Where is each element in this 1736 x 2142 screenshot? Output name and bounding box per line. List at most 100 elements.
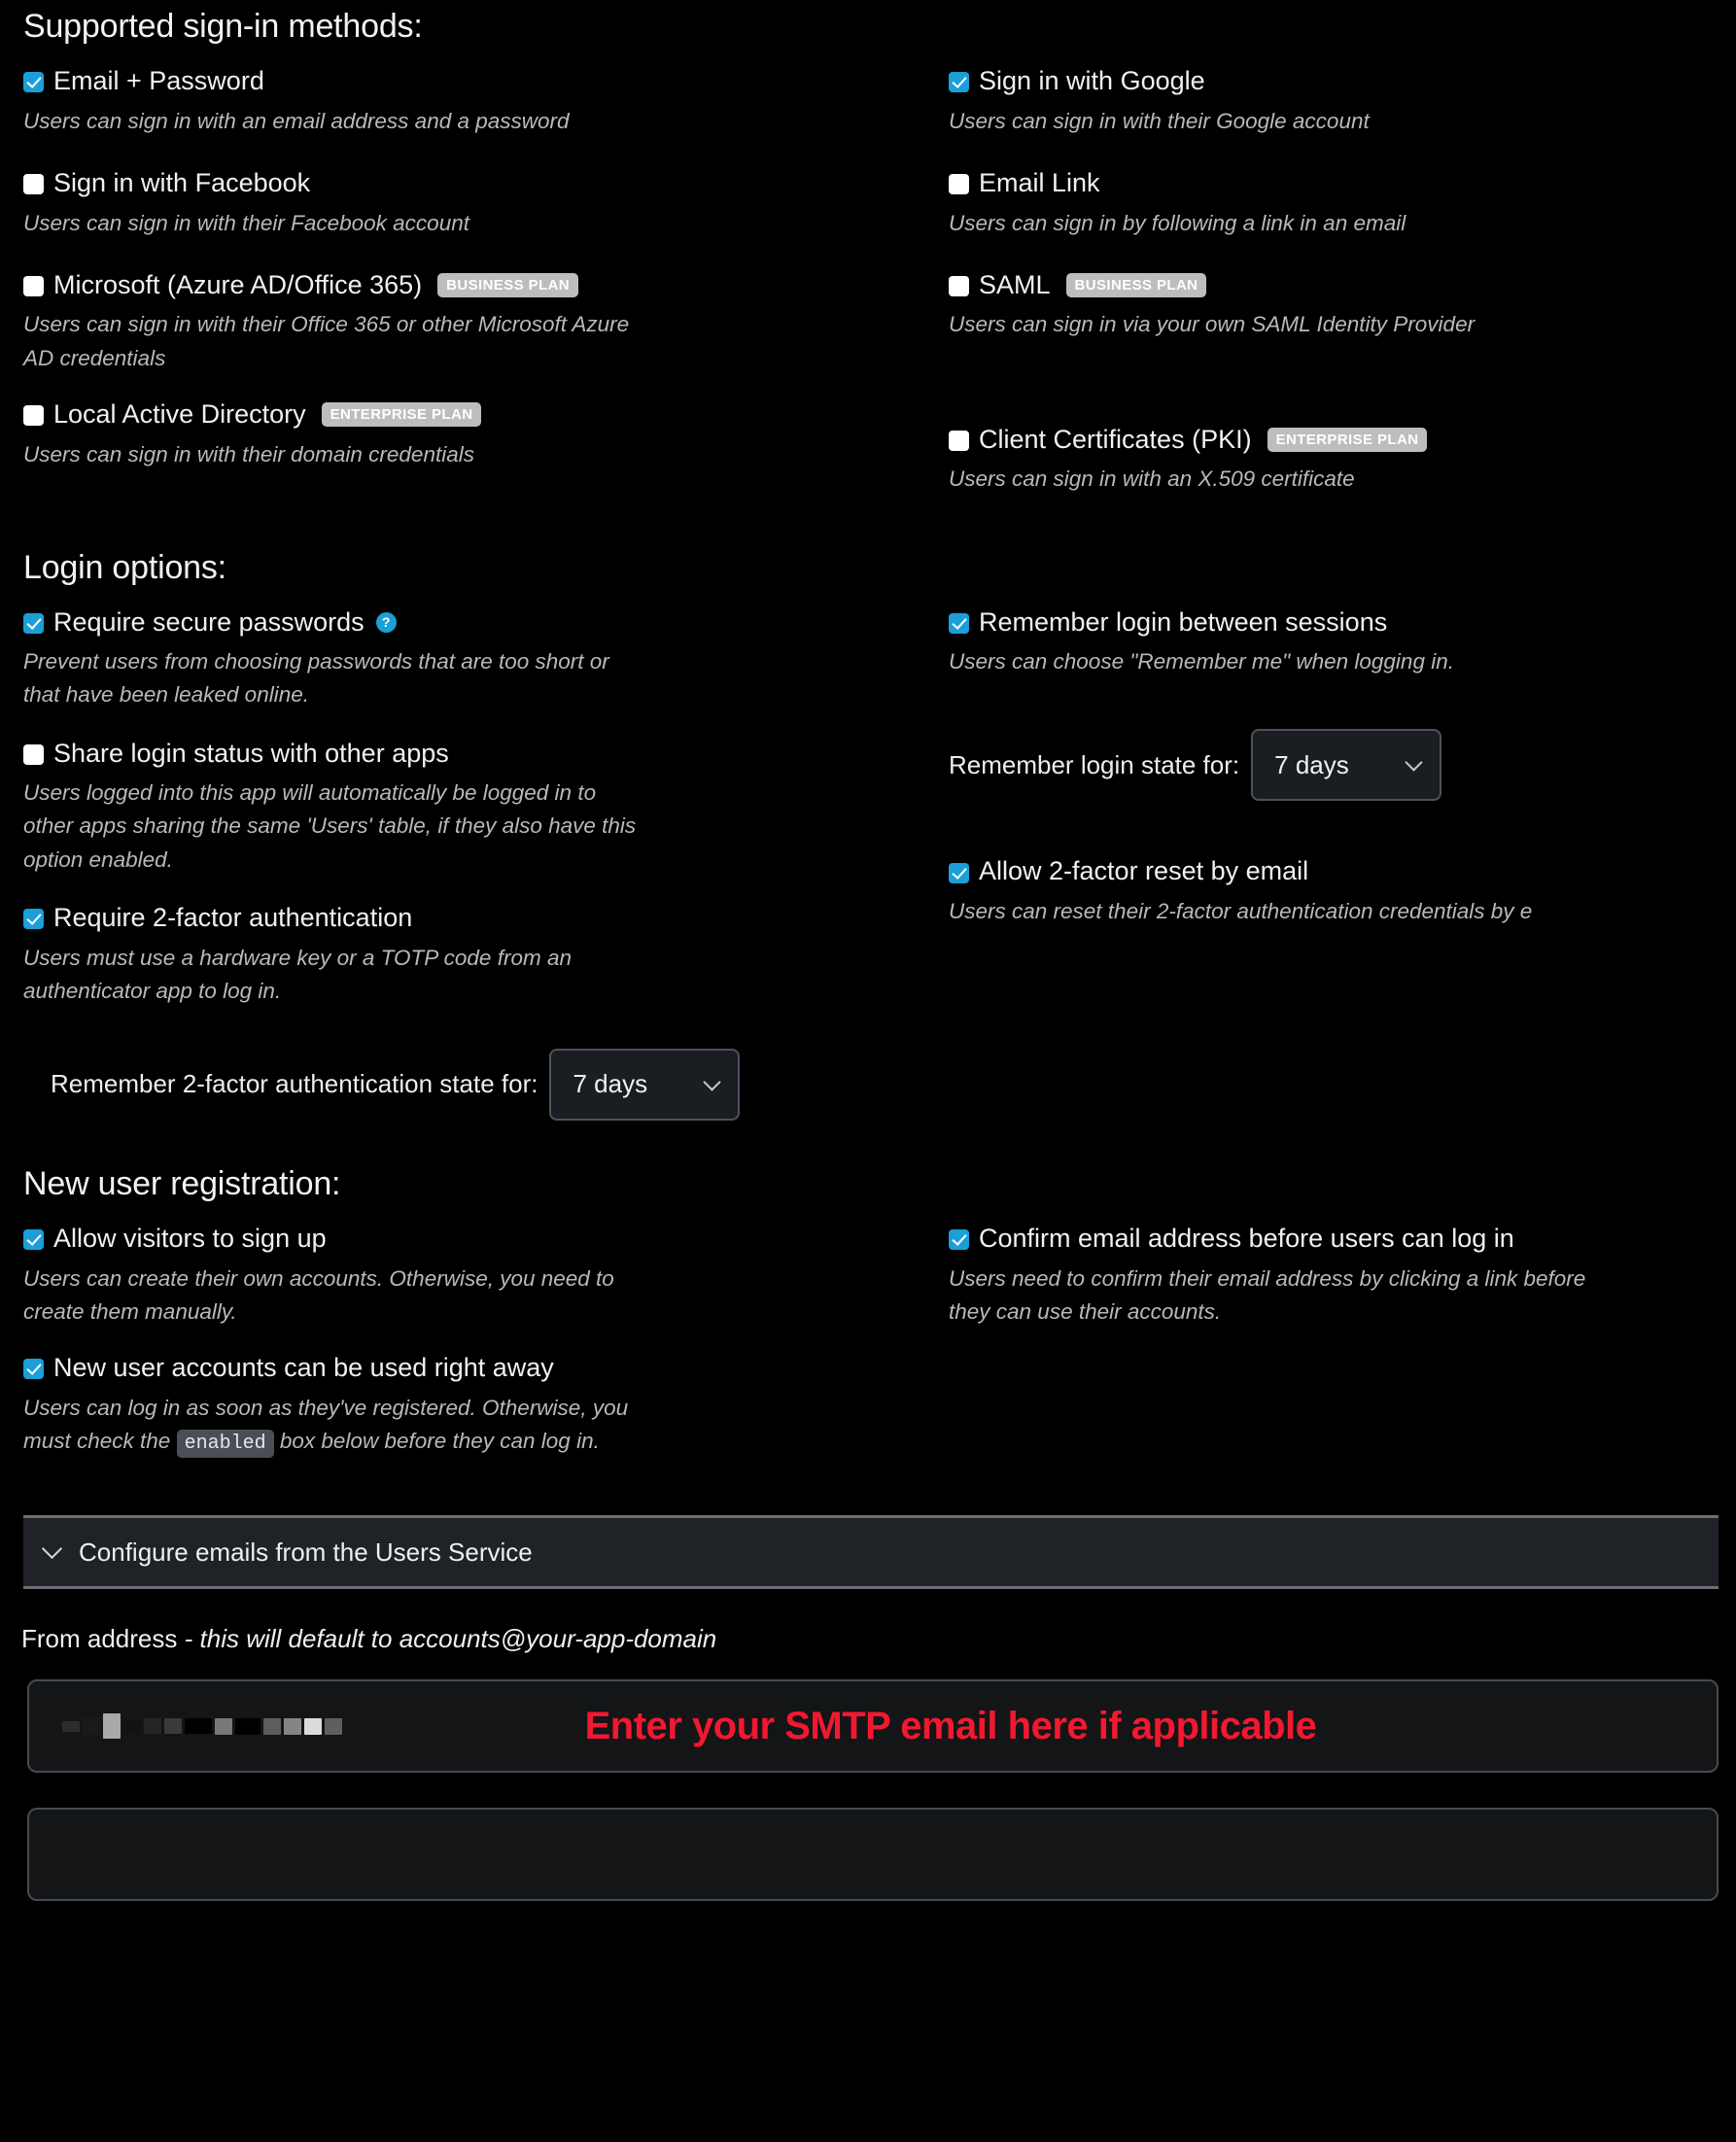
checkbox-facebook[interactable] bbox=[23, 174, 44, 195]
checkbox-require-2fa[interactable] bbox=[23, 909, 44, 930]
option-allow-visitors-signup-head: Allow visitors to sign up bbox=[23, 1223, 949, 1254]
option-email-password-head: Email + Password bbox=[23, 66, 949, 96]
remember-2fa-state-value: 7 days bbox=[573, 1069, 648, 1099]
badge-enterprise-plan-client-certificates: ENTERPRISE PLAN bbox=[1267, 427, 1428, 452]
chevron-down-icon bbox=[41, 1537, 63, 1559]
option-allow-visitors-signup-label: Allow visitors to sign up bbox=[53, 1223, 327, 1253]
option-facebook-description: Users can sign in with their Facebook ac… bbox=[23, 210, 469, 235]
remember-2fa-state-select[interactable]: 7 days bbox=[549, 1048, 741, 1121]
registration-grid: Allow visitors to sign up Users can crea… bbox=[0, 1223, 1736, 1460]
section-title-signin-methods: Supported sign-in methods: bbox=[23, 8, 423, 45]
option-remember-login-head: Remember login between sessions bbox=[949, 607, 1736, 638]
option-local-active-directory-head: Local Active Directory ENTERPRISE PLAN bbox=[23, 398, 949, 430]
checkbox-microsoft[interactable] bbox=[23, 276, 44, 297]
option-microsoft-description: Users can sign in with their Office 365 … bbox=[23, 312, 630, 370]
badge-business-plan-saml: BUSINESS PLAN bbox=[1065, 273, 1207, 298]
badge-business-plan-microsoft: BUSINESS PLAN bbox=[437, 273, 579, 298]
remember-login-state-label: Remember login state for: bbox=[949, 749, 1240, 779]
checkbox-confirm-email[interactable] bbox=[949, 1229, 969, 1251]
enabled-code-chip: enabled bbox=[176, 1429, 274, 1458]
option-accounts-used-right-away-head: New user accounts can be used right away bbox=[23, 1353, 949, 1383]
option-saml[interactable]: SAML BUSINESS PLAN Users can sign in via… bbox=[949, 269, 1736, 400]
remember-login-state-select[interactable]: 7 days bbox=[1251, 729, 1442, 802]
option-remember-login[interactable]: Remember login between sessions Users ca… bbox=[949, 607, 1736, 679]
users-service-settings-page: Supported sign-in methods: Email + Passw… bbox=[0, 0, 1736, 2142]
login-options-left-column: Require secure passwords ? Prevent users… bbox=[23, 606, 949, 1121]
option-email-link-description: Users can sign in by following a link in… bbox=[949, 210, 1406, 235]
option-google-head: Sign in with Google bbox=[949, 66, 1736, 96]
option-google-description: Users can sign in with their Google acco… bbox=[949, 108, 1370, 133]
checkbox-saml[interactable] bbox=[949, 276, 969, 297]
option-remember-login-description: Users can choose "Remember me" when logg… bbox=[949, 649, 1454, 674]
checkbox-client-certificates[interactable] bbox=[949, 430, 969, 451]
option-allow-2fa-reset[interactable]: Allow 2-factor reset by email Users can … bbox=[949, 857, 1736, 928]
from-address-line: From address - this will default to acco… bbox=[0, 1624, 1736, 1654]
option-share-login-status-label: Share login status with other apps bbox=[53, 738, 449, 768]
option-facebook-head: Sign in with Facebook bbox=[23, 167, 949, 198]
checkbox-email-password[interactable] bbox=[23, 72, 44, 93]
option-facebook[interactable]: Sign in with Facebook Users can sign in … bbox=[23, 167, 949, 240]
checkbox-require-secure-passwords[interactable] bbox=[23, 612, 44, 634]
chevron-down-icon bbox=[703, 1073, 722, 1091]
configure-emails-collapsible-header[interactable]: Configure emails from the Users Service bbox=[23, 1515, 1719, 1590]
option-allow-visitors-signup-description: Users can create their own accounts. Oth… bbox=[23, 1265, 614, 1324]
option-require-2fa[interactable]: Require 2-factor authentication Users mu… bbox=[23, 902, 949, 1008]
configure-emails-label: Configure emails from the Users Service bbox=[79, 1537, 533, 1567]
option-google[interactable]: Sign in with Google Users can sign in wi… bbox=[949, 66, 1736, 138]
option-share-login-status[interactable]: Share login status with other apps Users… bbox=[23, 738, 949, 877]
checkbox-share-login-status[interactable] bbox=[23, 743, 44, 765]
option-allow-2fa-reset-label: Allow 2-factor reset by email bbox=[979, 856, 1309, 886]
option-require-2fa-label: Require 2-factor authentication bbox=[53, 902, 413, 932]
checkbox-allow-visitors-signup[interactable] bbox=[23, 1229, 44, 1251]
option-email-password[interactable]: Email + Password Users can sign in with … bbox=[23, 66, 949, 138]
option-require-secure-passwords-label: Require secure passwords bbox=[53, 606, 365, 637]
option-saml-head: SAML BUSINESS PLAN bbox=[949, 269, 1736, 300]
checkbox-email-link[interactable] bbox=[949, 174, 969, 195]
remember-login-state-row: Remember login state for: 7 days bbox=[949, 729, 1736, 802]
option-email-link-head: Email Link bbox=[949, 167, 1736, 198]
option-local-active-directory-label: Local Active Directory bbox=[53, 398, 306, 429]
option-email-password-label: Email + Password bbox=[53, 66, 264, 95]
option-require-secure-passwords-description: Prevent users from choosing passwords th… bbox=[23, 649, 609, 708]
option-confirm-email[interactable]: Confirm email address before users can l… bbox=[949, 1223, 1736, 1329]
checkbox-local-active-directory[interactable] bbox=[23, 405, 44, 427]
remember-2fa-state-label: Remember 2-factor authentication state f… bbox=[51, 1069, 538, 1099]
checkbox-allow-2fa-reset[interactable] bbox=[949, 862, 969, 883]
option-saml-label: SAML bbox=[979, 269, 1051, 299]
secondary-input-field[interactable] bbox=[27, 1808, 1719, 1902]
option-confirm-email-description: Users need to confirm their email addres… bbox=[949, 1265, 1586, 1324]
checkbox-accounts-used-right-away[interactable] bbox=[23, 1359, 44, 1380]
login-options-grid: Require secure passwords ? Prevent users… bbox=[0, 606, 1736, 1121]
option-client-certificates[interactable]: Client Certificates (PKI) ENTERPRISE PLA… bbox=[949, 425, 1736, 497]
question-mark-icon[interactable]: ? bbox=[375, 611, 397, 633]
from-address-note: - this will default to accounts@your-app… bbox=[184, 1624, 717, 1654]
from-address-input[interactable]: Enter your SMTP email here if applicable bbox=[27, 1679, 1719, 1774]
option-email-link-label: Email Link bbox=[979, 167, 1100, 197]
badge-enterprise-plan-local-ad: ENTERPRISE PLAN bbox=[321, 402, 482, 428]
option-email-link[interactable]: Email Link Users can sign in by followin… bbox=[949, 167, 1736, 240]
option-accounts-used-right-away[interactable]: New user accounts can be used right away… bbox=[23, 1353, 949, 1460]
description-text-after: box below before they can log in. bbox=[279, 1428, 600, 1453]
option-confirm-email-label: Confirm email address before users can l… bbox=[979, 1223, 1514, 1253]
option-accounts-used-right-away-description: Users can log in as soon as they've regi… bbox=[23, 1392, 645, 1460]
option-microsoft[interactable]: Microsoft (Azure AD/Office 365) BUSINESS… bbox=[23, 269, 949, 375]
section-title-login-options: Login options: bbox=[23, 548, 226, 586]
from-address-label: From address bbox=[21, 1624, 178, 1654]
checkbox-remember-login[interactable] bbox=[949, 612, 969, 634]
option-saml-description: Users can sign in via your own SAML Iden… bbox=[949, 312, 1476, 337]
checkbox-google[interactable] bbox=[949, 72, 969, 93]
remember-login-state-value: 7 days bbox=[1274, 749, 1349, 779]
option-microsoft-label: Microsoft (Azure AD/Office 365) bbox=[53, 269, 423, 299]
option-allow-2fa-reset-head: Allow 2-factor reset by email bbox=[949, 857, 1736, 886]
option-share-login-status-description: Users logged into this app will automati… bbox=[23, 780, 637, 872]
option-facebook-label: Sign in with Facebook bbox=[53, 167, 311, 197]
remember-2fa-state-row: Remember 2-factor authentication state f… bbox=[23, 1048, 949, 1121]
registration-left-column: Allow visitors to sign up Users can crea… bbox=[23, 1223, 949, 1460]
signin-methods-left-column: Email + Password Users can sign in with … bbox=[23, 66, 949, 497]
option-allow-visitors-signup[interactable]: Allow visitors to sign up Users can crea… bbox=[23, 1223, 949, 1329]
option-share-login-status-head: Share login status with other apps bbox=[23, 738, 949, 769]
section-title-new-user-registration: New user registration: bbox=[23, 1164, 341, 1202]
option-require-secure-passwords-head: Require secure passwords ? bbox=[23, 606, 949, 638]
option-local-active-directory[interactable]: Local Active Directory ENTERPRISE PLAN U… bbox=[23, 398, 949, 471]
option-require-secure-passwords[interactable]: Require secure passwords ? Prevent users… bbox=[23, 606, 949, 712]
